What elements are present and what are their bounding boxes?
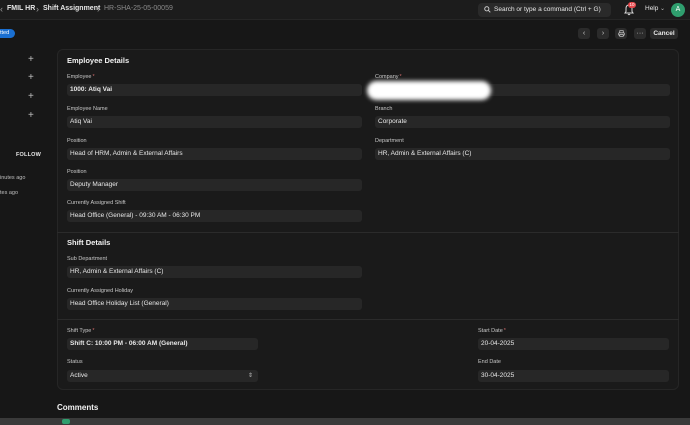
search-placeholder: Search or type a command (Ctrl + G) <box>494 6 601 13</box>
status-select[interactable]: Active ⇕ <box>67 370 258 382</box>
printer-icon <box>617 30 625 37</box>
end-date-field[interactable]: 30-04-2025 <box>478 370 669 382</box>
section-title-employee-details: Employee Details <box>67 56 130 65</box>
search-input[interactable]: Search or type a command (Ctrl + G) <box>478 3 611 17</box>
more-menu-button[interactable]: ··· <box>634 28 646 39</box>
status-label: Status <box>67 359 83 365</box>
branch-label: Branch <box>375 106 393 112</box>
select-chevron-icon: ⇕ <box>247 373 253 379</box>
print-button[interactable] <box>615 28 627 39</box>
notification-badge: 10 <box>628 2 636 8</box>
employee-name-field: Atiq Vai <box>67 116 362 128</box>
sidebar-add-icon[interactable]: + <box>28 73 34 83</box>
cancel-button[interactable]: Cancel <box>650 28 678 39</box>
department-label: Department <box>375 138 404 144</box>
sidebar-add-icon[interactable]: + <box>28 55 34 65</box>
sub-department-field: HR, Admin & External Affairs (C) <box>67 266 362 278</box>
current-holiday-label: Currently Assigned Holiday <box>67 288 134 294</box>
previous-doc-button[interactable]: ‹ <box>578 28 590 39</box>
breadcrumb-app[interactable]: FMIL HR <box>7 5 35 12</box>
help-menu[interactable]: Help <box>645 5 658 12</box>
sidebar-add-icon[interactable]: + <box>28 92 34 102</box>
section-divider <box>57 319 679 320</box>
employee-field[interactable]: 1000: Atiq Vai <box>67 84 362 96</box>
activity-time: inutes ago <box>0 175 26 181</box>
section-title-shift-details: Shift Details <box>67 238 111 247</box>
horizontal-scrollbar[interactable] <box>0 418 690 425</box>
position-label: Position <box>67 138 87 144</box>
breadcrumb-doctype[interactable]: Shift Assignment <box>43 5 100 12</box>
current-holiday-field: Head Office Holiday List (General) <box>67 298 362 310</box>
status-select-value: Active <box>70 372 88 379</box>
department-field: HR, Admin & External Affairs (C) <box>375 148 670 160</box>
company-label: Company* <box>375 74 402 80</box>
start-date-label: Start Date* <box>478 328 506 334</box>
search-icon <box>484 6 491 13</box>
employee-name-label: Employee Name <box>67 106 108 112</box>
chevron-right-icon: › <box>97 4 100 14</box>
scrollbar-thumb[interactable] <box>62 419 70 424</box>
shift-type-label: Shift Type* <box>67 328 95 334</box>
chevron-right-icon: › <box>36 4 39 14</box>
end-date-label: End Date <box>478 359 501 365</box>
current-shift-field: Head Office (General) - 09:30 AM - 06:30… <box>67 210 362 222</box>
follow-link[interactable]: FOLLOW <box>16 152 41 158</box>
comments-heading: Comments <box>57 403 99 412</box>
position-label-2: Position <box>67 169 87 175</box>
breadcrumb-document: HR-SHA-25-05-00059 <box>104 5 173 12</box>
activity-time: tes ago <box>0 190 19 196</box>
section-divider <box>57 232 679 233</box>
current-shift-label: Currently Assigned Shift <box>67 200 126 206</box>
employee-label: Employee* <box>67 74 95 80</box>
redaction-mask <box>367 81 491 100</box>
status-badge: tted <box>0 29 15 38</box>
next-doc-button[interactable]: › <box>597 28 609 39</box>
avatar[interactable]: A <box>671 3 685 17</box>
sub-department-label: Sub Department <box>67 256 108 262</box>
top-navbar: ‹ FMIL HR › Shift Assignment › HR-SHA-25… <box>0 0 690 20</box>
chevron-down-icon[interactable]: ⌄ <box>660 5 665 12</box>
position-field: Head of HRM, Admin & External Affairs <box>67 148 362 160</box>
shift-type-field[interactable]: Shift C: 10:00 PM - 06:00 AM (General) <box>67 338 258 350</box>
start-date-field[interactable]: 20-04-2025 <box>478 338 669 350</box>
position-field-2: Deputy Manager <box>67 179 362 191</box>
sidebar-add-icon[interactable]: + <box>28 111 34 121</box>
branch-field: Corporate <box>375 116 670 128</box>
chevron-left-icon: ‹ <box>0 4 3 14</box>
